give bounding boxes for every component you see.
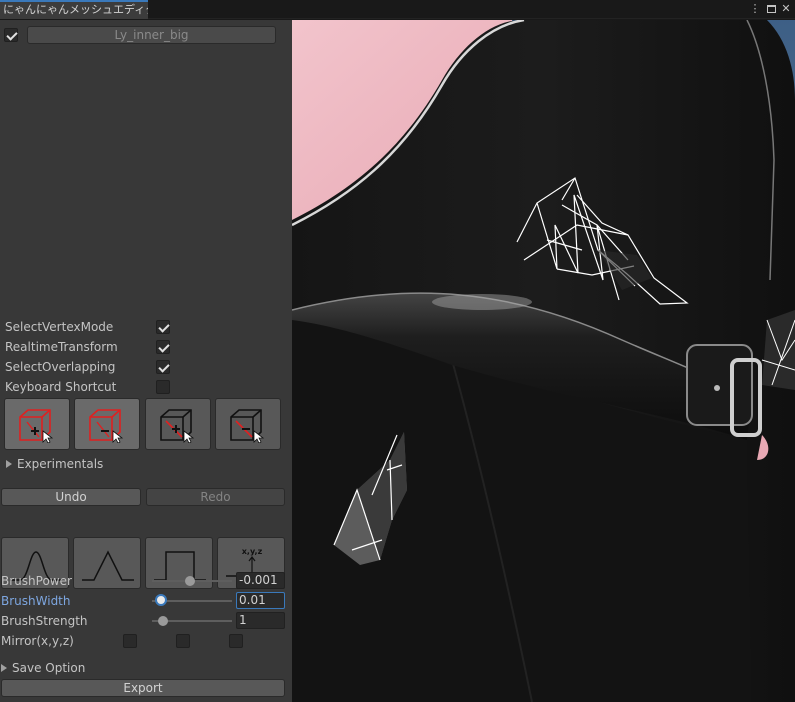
tab-nyan-mesh-editor[interactable]: にゃんにゃんメッシュエディター [0,0,148,19]
mesh-name-field[interactable]: Ly_inner_big [27,26,276,44]
brush-width-field[interactable]: 0.01 [236,592,285,609]
select-overlapping-label: SelectOverlapping [5,360,116,374]
experimentals-foldout[interactable]: Experimentals [6,456,103,472]
brush-width-label: BrushWidth [1,594,71,608]
cube-box-subtract-icon [230,409,265,443]
brush-strength-field[interactable]: 1 [236,612,285,629]
select-overlapping-checkbox[interactable] [156,360,170,374]
mesh-enabled-checkbox[interactable] [4,28,18,42]
brush-strength-slider-thumb[interactable] [158,616,169,626]
mesh-scene-render [292,20,795,702]
select-vertex-mode-checkbox[interactable] [156,320,170,334]
mirror-z-checkbox[interactable] [229,634,243,648]
undo-button[interactable]: Undo [1,488,141,506]
brush-linear-button[interactable] [73,537,141,589]
mirror-x-checkbox[interactable] [123,634,137,648]
close-icon[interactable]: ✕ [779,1,793,17]
brush-power-label: BrushPower [1,574,72,588]
keyboard-shortcut-checkbox[interactable] [156,380,170,394]
redo-button[interactable]: Redo [146,488,285,506]
tab-bar: にゃんにゃんメッシュエディター ⋮ ✕ [0,0,795,19]
select-add-button[interactable] [4,398,70,450]
foldout-arrow-icon [6,460,12,468]
keyboard-shortcut-label: Keyboard Shortcut [5,380,117,394]
cube-select-add-icon [19,409,54,443]
brush-width-slider-thumb[interactable] [155,594,168,606]
more-options-icon[interactable]: ⋮ [748,1,762,17]
select-subtract-button[interactable] [74,398,140,450]
box-subtract-button[interactable] [215,398,281,450]
linear-peak-icon [82,550,134,581]
foldout-arrow-icon [1,664,7,672]
export-button[interactable]: Export [1,679,285,697]
xyz-axis-label: x,y,z [242,547,263,556]
select-vertex-mode-label: SelectVertexMode [5,320,114,334]
realtime-transform-label: RealtimeTransform [5,340,118,354]
realtime-transform-checkbox[interactable] [156,340,170,354]
mirror-label: Mirror(x,y,z) [1,634,74,648]
box-add-button[interactable] [145,398,211,450]
brush-power-field[interactable]: -0.001 [236,572,285,589]
brush-strength-label: BrushStrength [1,614,88,628]
maximize-icon[interactable] [764,1,778,17]
cube-box-add-icon [160,409,195,443]
cube-select-subtract-icon [89,409,124,443]
save-option-foldout[interactable]: Save Option [1,660,85,676]
editor-panel: Ly_inner_big SelectVertexMode RealtimeTr… [0,20,292,702]
mirror-y-checkbox[interactable] [176,634,190,648]
constant-step-icon [154,551,206,581]
scene-viewport[interactable] [292,20,795,702]
